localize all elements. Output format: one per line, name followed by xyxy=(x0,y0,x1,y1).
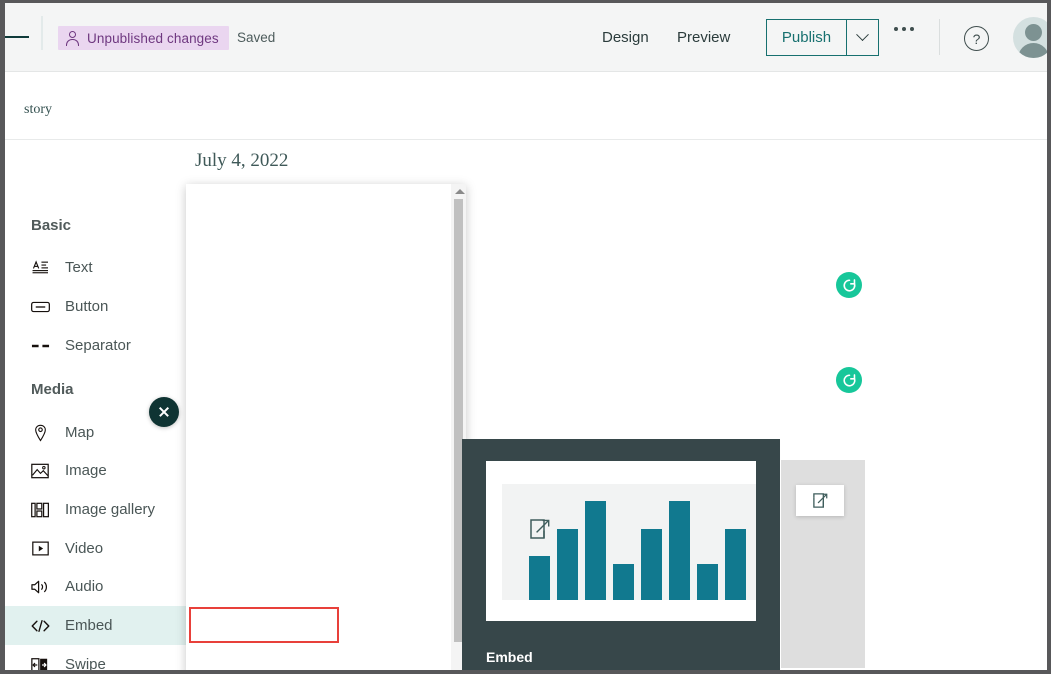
ellipsis-icon-dot xyxy=(894,27,898,31)
more-options-button[interactable] xyxy=(894,27,914,31)
image-gallery-icon xyxy=(29,502,51,518)
text-icon xyxy=(29,260,51,275)
panel-item-label: Text xyxy=(65,259,93,276)
chevron-down-icon xyxy=(856,28,869,42)
panel-group-title-basic: Basic xyxy=(31,217,72,234)
code-icon xyxy=(29,619,51,633)
preview-chart-plot-area xyxy=(502,484,756,600)
person-icon xyxy=(66,30,79,46)
swipe-icon xyxy=(29,657,51,670)
ellipsis-icon-dot xyxy=(902,27,906,31)
chart-bar xyxy=(725,529,746,600)
chart-bar xyxy=(585,501,606,600)
button-icon xyxy=(29,301,51,313)
chart-bar xyxy=(669,501,690,600)
panel-item-label: Image xyxy=(65,462,107,479)
preview-chart-bars xyxy=(502,484,756,600)
tab-preview[interactable]: Preview xyxy=(677,29,730,46)
scroll-up-arrow-icon[interactable] xyxy=(455,189,465,194)
close-panel-button[interactable] xyxy=(149,397,179,427)
embed-preview-title: Embed xyxy=(486,649,533,665)
publish-button-group: Publish xyxy=(766,19,879,56)
panel-group-title-media: Media xyxy=(31,381,74,398)
panel-item-label: Audio xyxy=(65,578,104,595)
publish-dropdown-button[interactable] xyxy=(847,19,879,56)
panel-item-label: Separator xyxy=(65,337,131,354)
application-window: Unpublished changes Saved Design Preview… xyxy=(0,0,1051,674)
panel-item-label: Button xyxy=(65,298,109,315)
user-avatar[interactable] xyxy=(1013,17,1047,58)
panel-item-label: Image gallery xyxy=(65,501,156,518)
chart-bar xyxy=(641,529,662,600)
avatar-body xyxy=(1018,43,1047,58)
panel-item-label: Swipe xyxy=(65,656,106,673)
chart-bar xyxy=(697,564,718,600)
separator-icon xyxy=(29,343,51,349)
publish-button[interactable]: Publish xyxy=(766,19,847,56)
saved-status-text: Saved xyxy=(237,30,276,45)
refresh-icon-badge[interactable] xyxy=(836,272,862,298)
question-mark-icon: ? xyxy=(972,30,981,47)
external-link-icon xyxy=(812,493,827,508)
panel-item-label: Video xyxy=(65,540,104,557)
placeholder-external-link-button[interactable] xyxy=(796,485,844,516)
tab-design[interactable]: Design xyxy=(602,29,649,46)
status-badge-unpublished-changes: Unpublished changes xyxy=(58,26,229,50)
refresh-icon-badge[interactable] xyxy=(836,367,862,393)
ellipsis-icon-dot xyxy=(910,27,914,31)
image-icon xyxy=(29,463,51,479)
back-arrow-icon[interactable] xyxy=(5,36,29,38)
embed-preview-card: Embed xyxy=(462,439,780,670)
avatar-head xyxy=(1025,24,1042,41)
top-header-bar: Unpublished changes Saved Design Preview… xyxy=(5,3,1047,72)
refresh-icon xyxy=(842,373,856,387)
header-divider xyxy=(41,16,43,50)
help-button[interactable]: ? xyxy=(964,26,989,51)
panel-item-label: Embed xyxy=(65,617,113,634)
video-icon xyxy=(29,541,51,556)
chart-bar xyxy=(557,529,578,600)
breadcrumb-story[interactable]: story xyxy=(24,102,52,118)
map-pin-icon xyxy=(29,424,51,442)
embed-preview-thumbnail xyxy=(486,461,756,621)
header-divider xyxy=(939,19,940,55)
chart-bar xyxy=(613,564,634,600)
story-date: July 4, 2022 xyxy=(195,150,289,171)
audio-icon xyxy=(29,579,51,595)
refresh-icon xyxy=(842,278,856,292)
canvas-top-divider xyxy=(5,139,1047,140)
status-badge-label: Unpublished changes xyxy=(87,30,219,46)
panel-item-label: Map xyxy=(65,424,95,441)
chart-bar xyxy=(529,555,550,600)
add-block-panel xyxy=(186,184,466,670)
